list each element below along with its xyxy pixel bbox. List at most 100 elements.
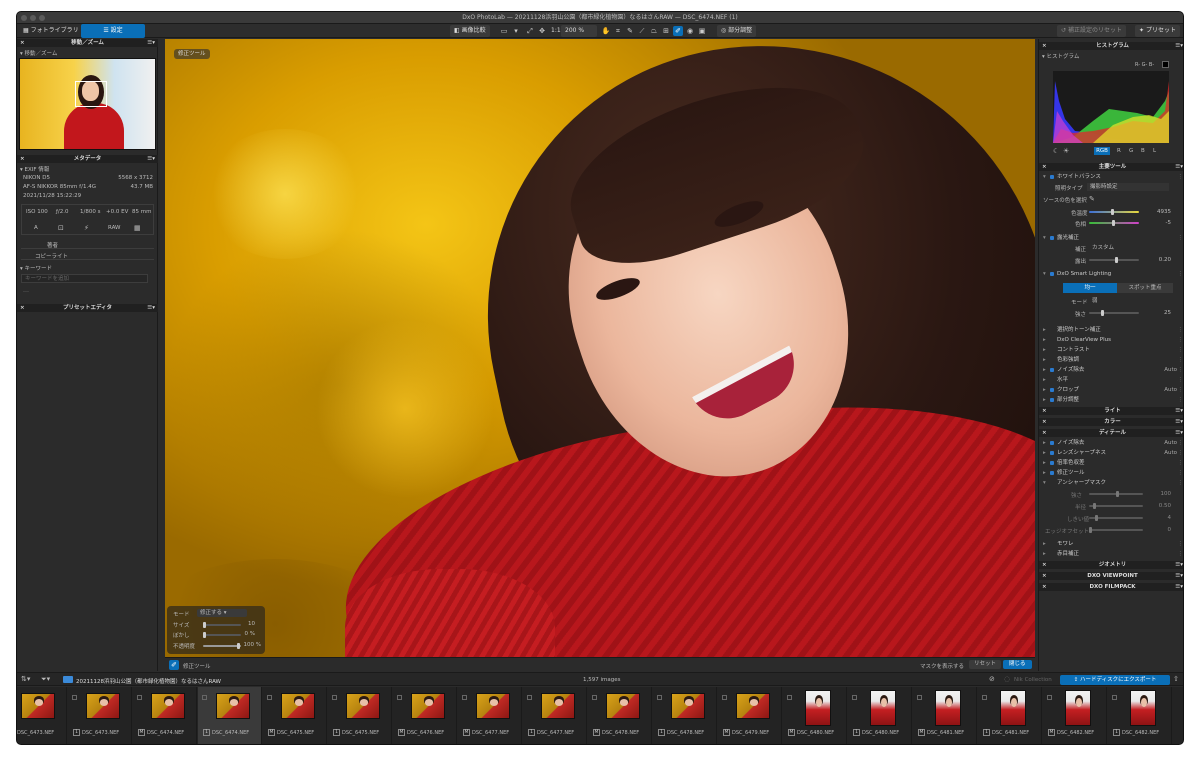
filmstrip-item[interactable]: M DSC_6477.NEF — [458, 687, 522, 744]
keyword-input[interactable]: キーワードを追加 — [21, 274, 148, 283]
filmstrip-item[interactable]: 1 DSC_6473.NEF — [68, 687, 132, 744]
filmstrip-item[interactable]: M DSC_6479.NEF — [718, 687, 782, 744]
panel-header-geometry[interactable]: × ジオメトリ ☰▾ — [1039, 561, 1183, 569]
panel-header-metadata[interactable]: × メタデータ ☰▾ — [17, 155, 158, 163]
preset-button[interactable]: ✦ プリセット — [1135, 25, 1180, 37]
filmstrip-item[interactable]: 1 DSC_6480.NEF — [848, 687, 912, 744]
move-icon[interactable]: ✥ — [537, 26, 547, 36]
thumbnail[interactable] — [870, 690, 896, 726]
tool-clearview[interactable]: ▸ DxO ClearView Plus ⋮ — [1039, 335, 1183, 345]
unsharp-threshold-knob[interactable] — [1095, 515, 1098, 521]
select-checkbox[interactable] — [527, 695, 532, 700]
zoom-level-select[interactable]: 200 % — [561, 25, 597, 37]
histogram-subheader[interactable]: ▾ ヒストグラム — [1042, 52, 1079, 60]
unsharp-radius-knob[interactable] — [1093, 503, 1096, 509]
crop-icon[interactable]: ⌗ — [613, 26, 623, 36]
tool-noise-reduction[interactable]: ▸ ノイズ除去 Auto ⋮ — [1039, 365, 1183, 375]
sort-icon[interactable]: ⇅▾ — [21, 675, 30, 683]
navigator-thumbnail[interactable] — [19, 58, 156, 150]
filmstrip-item[interactable]: 1 DSC_6478.NEF — [653, 687, 717, 744]
smart-mode-select[interactable]: 弱 — [1089, 297, 1169, 305]
select-checkbox[interactable] — [592, 695, 597, 700]
filmstrip-item[interactable]: M DSC_6482.NEF — [1043, 687, 1107, 744]
exposure-correction-select[interactable]: カスタム — [1089, 244, 1169, 252]
tool-red-eye[interactable]: ▸ 赤目補正 ⋮ — [1039, 549, 1183, 559]
exposure-knob[interactable] — [1115, 257, 1118, 263]
filmstrip-item[interactable]: M DSC_6478.NEF — [588, 687, 652, 744]
tool-contrast[interactable]: ▸ コントラスト ⋮ — [1039, 345, 1183, 355]
thumbnail[interactable] — [541, 693, 575, 719]
repair-tool-icon[interactable]: ✐ — [673, 26, 683, 36]
thumbnail[interactable] — [736, 693, 770, 719]
move-zoom-subheader[interactable]: ▾ 移動／ズーム — [20, 49, 57, 57]
select-checkbox[interactable] — [982, 695, 987, 700]
thumbnail[interactable] — [151, 693, 185, 719]
wb-tint-knob[interactable] — [1112, 220, 1115, 226]
thumbnail[interactable] — [805, 690, 831, 726]
nik-collection-icon[interactable]: ◌ — [1004, 675, 1010, 683]
thumbnail[interactable] — [21, 693, 55, 719]
filmstrip-item[interactable]: 1 DSC_6474.NEF — [198, 687, 262, 744]
filmstrip-item[interactable]: DSC_6473.NEF — [17, 687, 67, 744]
thumbnail[interactable] — [476, 693, 510, 719]
rt-opacity-slider[interactable] — [203, 645, 241, 647]
compare-button[interactable]: ◧ 画像比較 — [450, 25, 490, 37]
select-checkbox[interactable] — [137, 695, 142, 700]
thumbnail[interactable] — [216, 693, 250, 719]
channel-l-button[interactable]: L — [1153, 148, 1156, 154]
thumbnail[interactable] — [1000, 690, 1026, 726]
main-photo[interactable]: 修正ツール モード 修正する ▾ サイズ 10 ぼかし 0 % 不透明度 100… — [165, 39, 1035, 657]
channel-g-button[interactable]: G — [1129, 148, 1133, 154]
show-mask-button[interactable]: マスクを表示する — [920, 662, 964, 670]
tool-chromatic-aberration[interactable]: ▸ 倍率色収差 ⋮ — [1039, 458, 1183, 468]
channel-b-button[interactable]: B — [1141, 148, 1145, 154]
tool-selective-tone[interactable]: ▸ 選択的トーン補正 ⋮ — [1039, 325, 1183, 335]
channel-rgb-button[interactable]: RGB — [1094, 147, 1110, 155]
tool-lens-sharpness[interactable]: ▸ レンズシャープネス Auto ⋮ — [1039, 448, 1183, 458]
reset-button[interactable]: リセット — [969, 660, 1002, 669]
rt-mode-select[interactable]: 修正する ▾ — [197, 609, 247, 617]
thumbnail[interactable] — [1130, 690, 1156, 726]
zoom-window-button[interactable] — [39, 15, 45, 21]
tool-unsharp-mask[interactable]: ▾ アンシャープマスク ⋮ — [1039, 478, 1183, 488]
select-checkbox[interactable] — [917, 695, 922, 700]
unsharp-edge-knob[interactable] — [1089, 527, 1092, 533]
close-window-button[interactable] — [21, 15, 27, 21]
export-button[interactable]: ⇪ ハードディスクにエクスポート — [1060, 675, 1170, 685]
filmstrip-item[interactable]: M DSC_6480.NEF — [783, 687, 847, 744]
filmstrip-item[interactable]: 1 DSC_6475.NEF — [328, 687, 392, 744]
close-tool-button[interactable]: 閉じる — [1003, 660, 1032, 669]
select-checkbox[interactable] — [332, 695, 337, 700]
nik-icon[interactable]: ⊘ — [989, 675, 995, 683]
select-checkbox[interactable] — [1112, 695, 1117, 700]
exposure-slider[interactable] — [1089, 259, 1139, 261]
hand-icon[interactable]: ✋ — [601, 26, 611, 36]
reset-correction-button[interactable]: ↺ 補正設定のリセット — [1057, 25, 1126, 37]
zoom-region-indicator[interactable] — [75, 81, 107, 107]
share-icon[interactable]: ⇧ — [1173, 675, 1179, 683]
tab-photo-library[interactable]: ▦ フォトライブラリ — [19, 25, 83, 37]
select-checkbox[interactable] — [787, 695, 792, 700]
wb-temp-slider[interactable] — [1089, 211, 1139, 213]
select-checkbox[interactable] — [852, 695, 857, 700]
thumbnail[interactable] — [411, 693, 445, 719]
panel-header-viewpoint[interactable]: × DXO VIEWPOINT ☰▾ — [1039, 572, 1183, 580]
tool-local-adjust[interactable]: ▸ 部分調整 ⋮ — [1039, 395, 1183, 405]
panel-header-detail[interactable]: × ディテール ☰▾ — [1039, 429, 1183, 437]
panel-header-filmpack[interactable]: × DXO FILMPACK ☰▾ — [1039, 583, 1183, 591]
channel-r-button[interactable]: R — [1117, 148, 1121, 154]
fit-icon[interactable]: ⤢ — [525, 26, 535, 36]
unsharp-strength-knob[interactable] — [1116, 491, 1119, 497]
rt-blur-knob[interactable] — [203, 632, 206, 638]
perspective-icon[interactable]: ⏢ — [649, 26, 659, 36]
panel-header-preset-editor[interactable]: × プリセットエディタ ☰▾ — [17, 304, 158, 312]
rt-size-slider[interactable] — [203, 624, 241, 626]
smart-uniform-button[interactable]: 均一 — [1063, 283, 1117, 293]
smart-spot-button[interactable]: スポット重点 — [1117, 283, 1173, 293]
tab-customize[interactable]: ☰ 設定 — [81, 24, 145, 38]
smart-strength-slider[interactable] — [1089, 312, 1139, 314]
panel-header-histogram[interactable]: × ヒストグラム ☰▾ — [1039, 42, 1183, 50]
wb-temp-knob[interactable] — [1111, 209, 1114, 215]
filmstrip-item[interactable]: 1 DSC_6482.NEF — [1108, 687, 1172, 744]
unsharp-edge-slider[interactable] — [1089, 529, 1143, 531]
